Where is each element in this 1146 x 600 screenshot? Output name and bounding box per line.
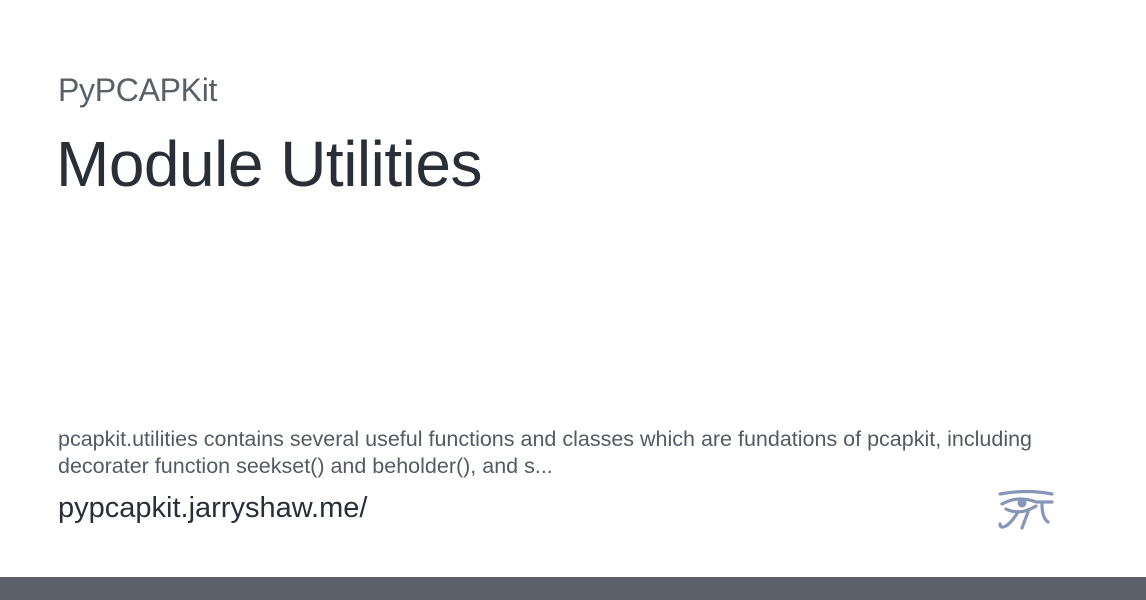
page-title: Module Utilities bbox=[56, 128, 482, 200]
social-card: PyPCAPKit Module Utilities pcapkit.utili… bbox=[0, 0, 1146, 600]
bottom-bar bbox=[0, 577, 1146, 600]
site-name: PyPCAPKit bbox=[58, 72, 218, 108]
site-url[interactable]: pypcapkit.jarryshaw.me/ bbox=[58, 492, 367, 525]
page-description: pcapkit.utilities contains several usefu… bbox=[58, 427, 1033, 478]
eye-of-horus-icon bbox=[998, 489, 1054, 530]
